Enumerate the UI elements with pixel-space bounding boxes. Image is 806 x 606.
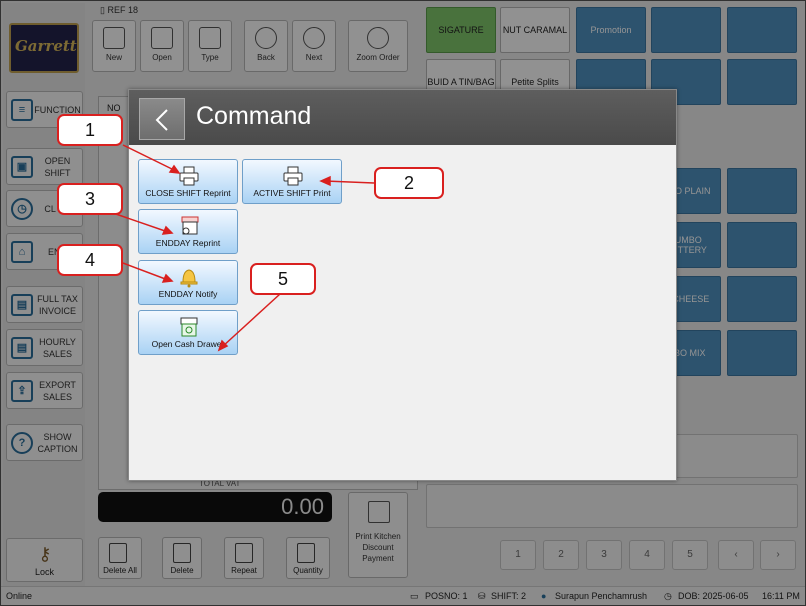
callout-1: 1: [57, 114, 123, 146]
callout-3: 3: [57, 183, 123, 215]
callout-5: 5: [250, 263, 316, 295]
callout-2: 2: [374, 167, 444, 199]
callout-4: 4: [57, 244, 123, 276]
callout-arrows: [109, 144, 375, 352]
